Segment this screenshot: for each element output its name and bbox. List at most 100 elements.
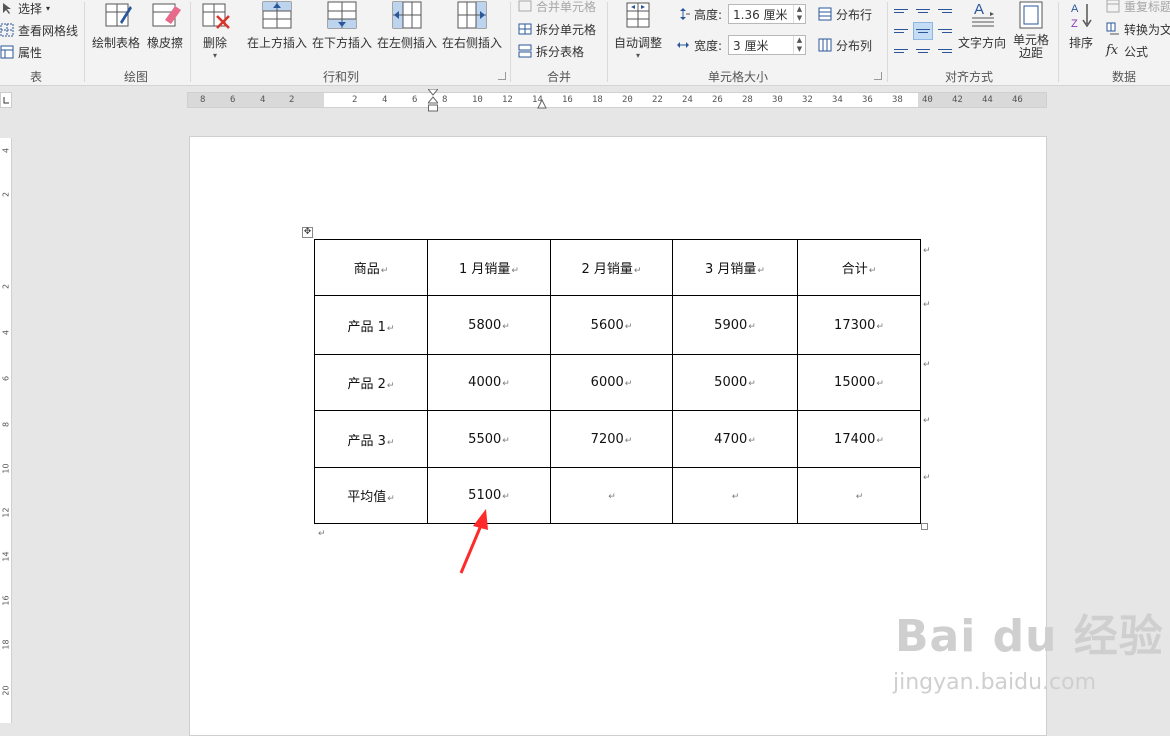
align-bottom-center-button[interactable] xyxy=(913,42,933,60)
ruler-tick: 4 xyxy=(1,147,11,154)
select-button[interactable]: 选择 ▾ xyxy=(0,0,50,18)
table-header-row: 商品↵ 1 月销量↵ 2 月销量↵ 3 月销量↵ 合计↵ xyxy=(314,239,921,296)
table-cell[interactable]: 5900↵ xyxy=(672,295,798,355)
autofit-button[interactable]: 自动调整 ▾ xyxy=(612,0,664,62)
align-bottom-right-button[interactable] xyxy=(935,42,955,60)
table-cell[interactable]: 5800↵ xyxy=(427,295,551,355)
ruler-tick: 10 xyxy=(1,463,11,474)
view-gridlines-button[interactable]: 查看网格线 xyxy=(0,20,78,40)
group-separator xyxy=(1058,2,1059,82)
insert-left-button[interactable]: 在左侧插入 xyxy=(376,0,438,62)
column-width-input[interactable]: 3 厘米 ▲ ▼ xyxy=(728,35,806,55)
ruler-tick: 2 xyxy=(1,283,11,290)
repeat-header-rows-button[interactable]: 重复标题 xyxy=(1106,0,1170,16)
row-height-input[interactable]: 1.36 厘米 ▲ ▼ xyxy=(728,4,806,24)
column-width-icon xyxy=(676,38,690,52)
align-top-center-button[interactable] xyxy=(913,2,933,20)
svg-text:Z: Z xyxy=(1071,18,1078,30)
end-of-row-mark: ↵ xyxy=(923,473,931,483)
group-separator xyxy=(190,2,191,82)
table-cell[interactable]: 产品 3↵ xyxy=(314,410,428,468)
tab-selector[interactable] xyxy=(0,92,12,108)
align-top-right-button[interactable] xyxy=(935,2,955,20)
group-label-rows-cols: 行和列 xyxy=(323,70,360,84)
table-cell[interactable]: ↵ xyxy=(550,467,673,524)
ruler-tick: 2 xyxy=(1,191,11,198)
ruler-tick: 8 xyxy=(1,421,11,428)
cell-size-dialog-launcher[interactable] xyxy=(874,72,882,80)
align-middle-right-button[interactable] xyxy=(935,22,955,40)
align-middle-left-button[interactable] xyxy=(891,22,911,40)
table-cell[interactable]: 17300↵ xyxy=(797,295,921,355)
width-spinner-arrows[interactable]: ▲ ▼ xyxy=(793,36,805,54)
distribute-rows-button[interactable]: 分布行 xyxy=(818,4,872,24)
column-marker[interactable] xyxy=(537,97,547,109)
table-cell[interactable]: 5000↵ xyxy=(672,354,798,411)
table-cell[interactable]: 15000↵ xyxy=(797,354,921,411)
table-move-handle[interactable]: ✥ xyxy=(302,227,313,238)
table-cell[interactable]: ↵ xyxy=(672,467,798,524)
text-direction-button[interactable]: A 文字方向 xyxy=(957,0,1007,62)
table-resize-handle[interactable] xyxy=(921,523,928,530)
row-height-icon xyxy=(676,7,690,21)
eraser-button[interactable]: 橡皮擦 xyxy=(145,0,185,62)
vertical-ruler[interactable]: 4 2 2 4 6 8 10 12 14 16 18 20 xyxy=(0,138,12,723)
ruler-tick: 24 xyxy=(682,95,693,105)
ruler-tick: 12 xyxy=(1,507,11,518)
convert-to-text-button[interactable]: 转换为文 xyxy=(1106,19,1170,39)
ruler-tick: 26 xyxy=(712,95,723,105)
distribute-columns-button[interactable]: 分布列 xyxy=(818,35,872,55)
table-cell[interactable]: 合计↵ xyxy=(797,239,921,296)
table-cell[interactable]: 5500↵ xyxy=(427,410,551,468)
table-cell[interactable]: 产品 1↵ xyxy=(314,295,428,355)
group-separator xyxy=(887,2,888,82)
end-of-row-mark: ↵ xyxy=(923,246,931,256)
delete-button[interactable]: 删除 ▾ xyxy=(196,0,234,62)
group-label-table: 表 xyxy=(30,70,43,84)
table-cell[interactable]: 1 月销量↵ xyxy=(427,239,551,296)
formula-button[interactable]: fx 公式 xyxy=(1106,41,1148,61)
delete-table-icon xyxy=(199,0,231,30)
draw-table-button[interactable]: 绘制表格 xyxy=(90,0,142,62)
table-cell[interactable]: 产品 2↵ xyxy=(314,354,428,411)
sort-button[interactable]: AZ 排序 xyxy=(1063,0,1099,62)
insert-right-button[interactable]: 在右侧插入 xyxy=(441,0,503,62)
end-of-row-mark: ↵ xyxy=(923,416,931,426)
merge-cells-button[interactable]: 合并单元格 xyxy=(518,0,596,16)
rows-cols-dialog-launcher[interactable] xyxy=(498,72,506,80)
sales-table[interactable]: 商品↵ 1 月销量↵ 2 月销量↵ 3 月销量↵ 合计↵ 产品 1↵ 5800↵… xyxy=(314,239,921,524)
ruler-tick: 40 xyxy=(922,95,933,105)
table-cell[interactable]: 4000↵ xyxy=(427,354,551,411)
table-cell[interactable]: ↵ xyxy=(797,467,921,524)
group-label-merge: 合并 xyxy=(547,70,572,84)
table-cell[interactable]: 5600↵ xyxy=(550,295,673,355)
ribbon: 选择 ▾ 查看网格线 属性 表 绘制表格 橡皮擦 绘图 删除 ▾ 在上方插入 在下… xyxy=(0,0,1170,86)
align-bottom-left-button[interactable] xyxy=(891,42,911,60)
baidu-jingyan-watermark: Bai du 经验 xyxy=(895,611,1164,662)
ruler-tick: 34 xyxy=(832,95,843,105)
align-top-left-button[interactable] xyxy=(891,2,911,20)
height-spinner-arrows[interactable]: ▲ ▼ xyxy=(793,5,805,23)
ruler-tick: 6 xyxy=(412,95,418,105)
indent-marker[interactable] xyxy=(426,88,440,113)
insert-right-icon xyxy=(456,0,488,30)
insert-below-button[interactable]: 在下方插入 xyxy=(311,0,373,62)
table-cell[interactable]: 3 月销量↵ xyxy=(672,239,798,296)
split-cells-button[interactable]: 拆分单元格 xyxy=(518,19,596,39)
ruler-tick: 42 xyxy=(952,95,963,105)
table-cell[interactable]: 商品↵ xyxy=(314,239,428,296)
group-separator xyxy=(607,2,608,82)
table-cell[interactable]: 2 月销量↵ xyxy=(550,239,673,296)
table-cell[interactable]: 平均值↵ xyxy=(314,467,428,524)
table-cell[interactable]: 6000↵ xyxy=(550,354,673,411)
align-middle-center-button[interactable] xyxy=(913,22,933,40)
table-cell[interactable]: 17400↵ xyxy=(797,410,921,468)
cell-margins-button[interactable]: 单元格 边距 xyxy=(1009,0,1053,62)
horizontal-ruler[interactable]: 8 6 4 2 2 4 6 8 10 12 14 16 18 20 22 24 26 28 30 32 34 36 38 40… xyxy=(187,88,1047,112)
split-table-button[interactable]: 拆分表格 xyxy=(518,41,584,61)
insert-above-button[interactable]: 在上方插入 xyxy=(246,0,308,62)
table-cell[interactable]: 7200↵ xyxy=(550,410,673,468)
table-cell[interactable]: 4700↵ xyxy=(672,410,798,468)
properties-button[interactable]: 属性 xyxy=(0,42,42,62)
table-row: 产品 3↵ 5500↵ 7200↵ 4700↵ 17400↵ xyxy=(314,410,921,468)
